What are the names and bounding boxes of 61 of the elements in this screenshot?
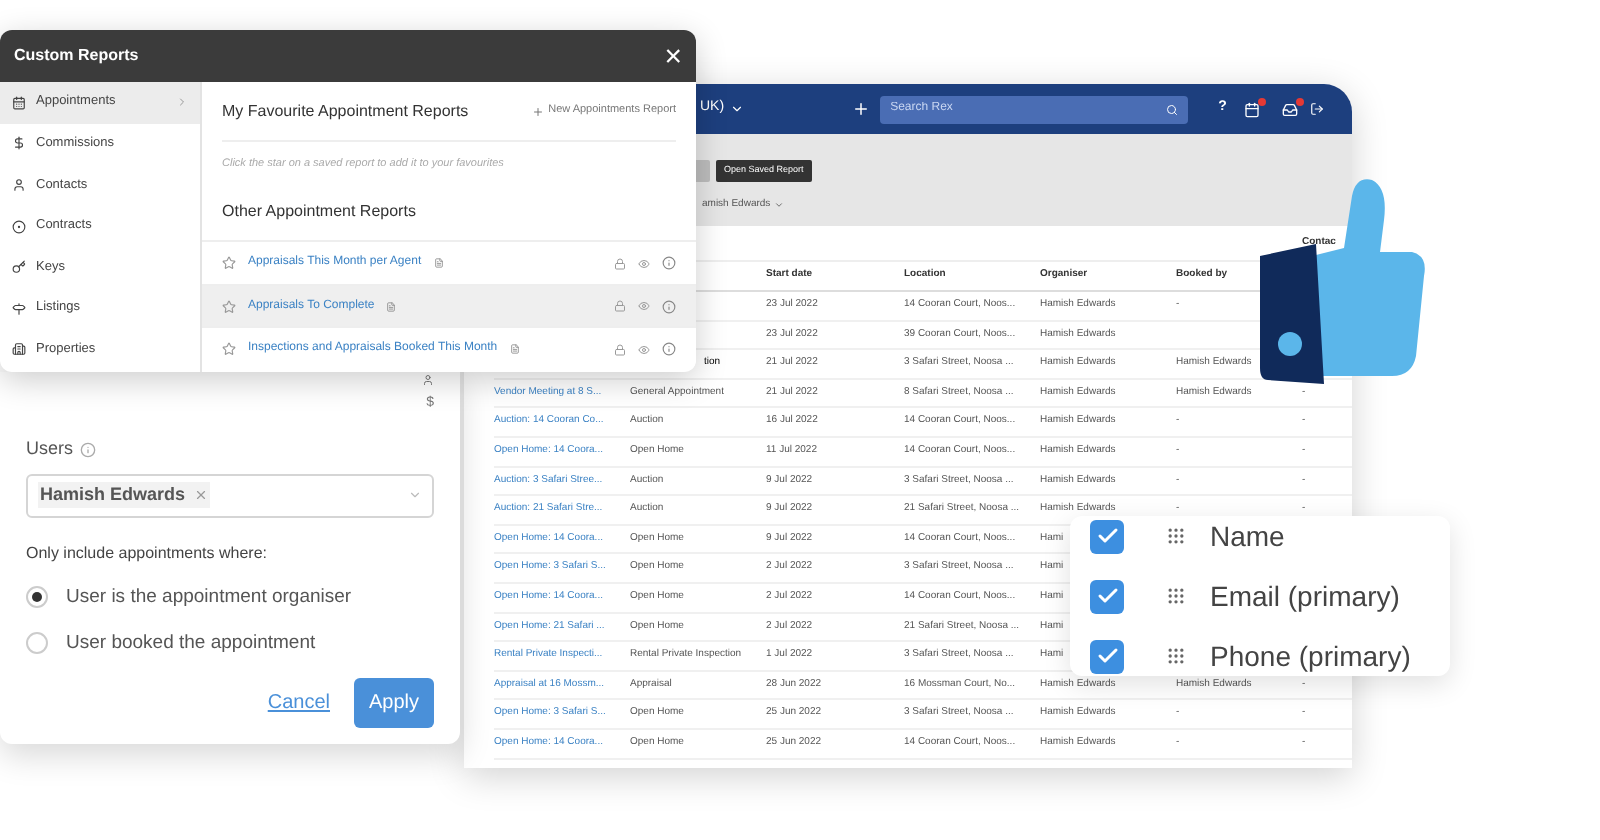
column-label: Email (primary) xyxy=(1210,577,1400,616)
check-icon xyxy=(1095,584,1119,608)
checkbox[interactable] xyxy=(1090,519,1124,553)
chevron-icon xyxy=(176,96,188,109)
lock-icon xyxy=(614,343,626,355)
nav-icon xyxy=(12,136,26,151)
drag-handle-icon[interactable] xyxy=(1166,646,1186,666)
checkbox[interactable] xyxy=(1090,579,1124,613)
column-label: Name xyxy=(1210,517,1285,555)
caret-icon xyxy=(730,102,745,116)
eye-icon[interactable] xyxy=(638,257,650,269)
star-icon[interactable] xyxy=(222,299,236,313)
option-label: User booked the appointment xyxy=(66,629,316,658)
condition-label: Only include appointments where: xyxy=(26,541,270,565)
star-icon[interactable] xyxy=(222,342,236,356)
plus-icon xyxy=(532,105,545,117)
caret-icon xyxy=(408,488,422,502)
cancel-link[interactable]: Cancel xyxy=(267,688,330,718)
radio-button[interactable] xyxy=(26,586,48,609)
drag-handle-icon[interactable] xyxy=(1166,526,1186,546)
nav-icon xyxy=(12,260,26,275)
remove-icon[interactable] xyxy=(193,488,208,502)
nav-icon xyxy=(12,219,26,234)
nav-icon xyxy=(12,95,26,110)
option-label: User is the appointment organiser xyxy=(66,583,352,611)
nav-icon xyxy=(12,301,26,316)
caret-icon xyxy=(774,200,785,211)
info-icon[interactable] xyxy=(662,256,676,270)
inbox-icon[interactable] xyxy=(1282,101,1299,117)
user-chip: Hamish Edwards xyxy=(38,481,210,509)
section-heading: My Favourite Appointment Reports xyxy=(222,99,469,123)
info-icon[interactable] xyxy=(662,299,676,313)
eye-icon[interactable] xyxy=(638,343,650,355)
star-icon[interactable] xyxy=(222,256,236,270)
section-heading: Other Appointment Reports xyxy=(222,200,418,225)
nav-icon xyxy=(12,342,26,357)
calendar-icon[interactable] xyxy=(1244,101,1261,117)
users-label: Users xyxy=(26,436,74,462)
search-icon xyxy=(1166,103,1179,115)
dialog-title: Custom Reports xyxy=(14,44,139,68)
add-icon[interactable] xyxy=(852,100,871,118)
close-button[interactable]: × xyxy=(664,41,682,71)
check-icon xyxy=(1095,644,1119,668)
info-icon[interactable] xyxy=(662,342,676,356)
document-icon xyxy=(433,258,444,268)
lock-icon xyxy=(614,300,626,312)
document-icon xyxy=(509,344,520,354)
nav-icon xyxy=(12,177,26,192)
column-label: Phone (primary) xyxy=(1210,637,1411,676)
drag-handle-icon[interactable] xyxy=(1166,586,1186,606)
info-icon xyxy=(79,441,96,458)
checkbox[interactable] xyxy=(1090,639,1124,673)
eye-icon[interactable] xyxy=(638,300,650,312)
lock-icon xyxy=(614,257,626,269)
users-select[interactable]: Hamish Edwards xyxy=(26,473,434,517)
radio-button[interactable] xyxy=(26,632,48,655)
logout-icon[interactable] xyxy=(1310,102,1325,116)
document-icon xyxy=(386,301,397,311)
check-icon xyxy=(1095,524,1119,548)
apply-button[interactable]: Apply xyxy=(354,678,434,728)
person-icon xyxy=(422,374,434,386)
